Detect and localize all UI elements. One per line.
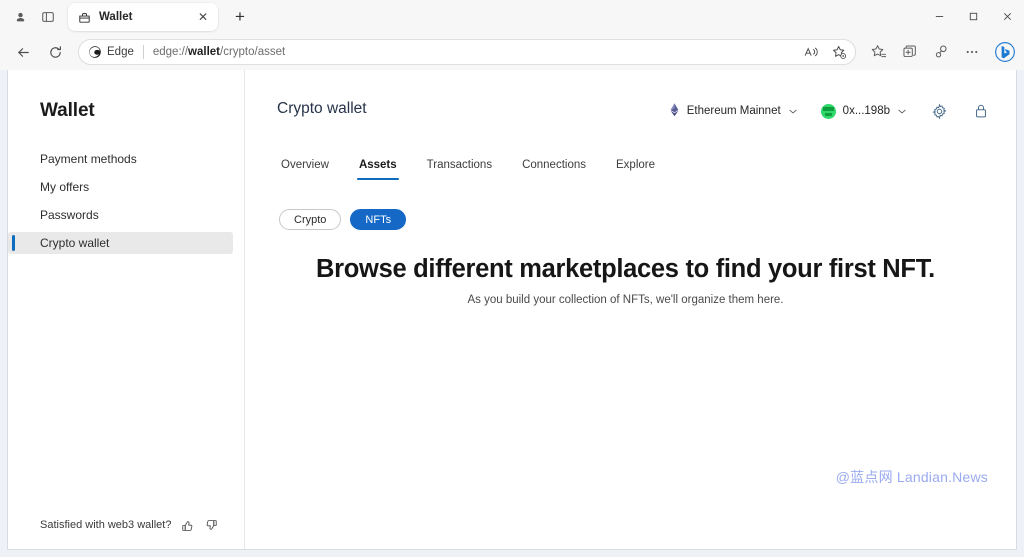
network-selector[interactable]: Ethereum Mainnet — [665, 100, 801, 123]
tab-title: Wallet — [99, 11, 186, 23]
thumbs-down-icon[interactable] — [203, 517, 219, 533]
main-tabs: Overview Assets Transactions Connections… — [277, 156, 994, 180]
page-viewport: Wallet Payment methods My offers Passwor… — [0, 70, 1024, 557]
tab-label: Assets — [359, 159, 397, 171]
collections-icon[interactable] — [895, 38, 925, 66]
sidebar-item-label: Payment methods — [40, 152, 137, 166]
url-host: wallet — [188, 46, 220, 58]
empty-state-heading: Browse different marketplaces to find yo… — [277, 255, 974, 284]
account-blockie-avatar — [821, 104, 836, 119]
feedback-prompt: Satisfied with web3 wallet? — [40, 519, 171, 531]
asset-filter-pills: Crypto NFTs — [277, 209, 994, 230]
chevron-down-icon — [898, 107, 906, 116]
account-label: 0x...198b — [843, 105, 890, 117]
filter-pill-nfts[interactable]: NFTs — [350, 209, 406, 230]
wallet-page: Wallet Payment methods My offers Passwor… — [7, 70, 1017, 550]
browser-essentials-icon[interactable] — [926, 38, 956, 66]
filter-pill-crypto[interactable]: Crypto — [279, 209, 341, 230]
close-button[interactable] — [990, 0, 1024, 32]
profile-avatar-icon[interactable] — [6, 4, 34, 30]
tab-connections[interactable]: Connections — [520, 156, 588, 180]
more-options-icon[interactable] — [957, 38, 987, 66]
thumbs-up-icon[interactable] — [179, 517, 195, 533]
browser-window: Wallet ✕ + — [0, 0, 1024, 557]
url-prefix: edge:// — [153, 46, 188, 58]
tab-actions-icon[interactable] — [34, 4, 62, 30]
wallet-icon — [77, 10, 91, 24]
pill-label: Crypto — [294, 214, 326, 226]
copilot-bing-icon[interactable] — [992, 39, 1018, 65]
window-controls — [922, 0, 1024, 32]
wallet-content: Crypto wallet Ethereum Mainnet — [245, 70, 1016, 549]
tab-explore[interactable]: Explore — [614, 156, 657, 180]
sidebar-spacer — [8, 260, 244, 517]
chevron-down-icon — [789, 107, 797, 116]
tab-strip: Wallet ✕ + — [0, 0, 1024, 34]
omnibox-actions — [798, 41, 852, 63]
read-aloud-icon[interactable] — [798, 41, 824, 63]
sidebar-item-passwords[interactable]: Passwords — [8, 204, 233, 226]
edge-logo-icon: Edge — [88, 45, 134, 59]
tab-transactions[interactable]: Transactions — [425, 156, 494, 180]
sidebar-item-label: My offers — [40, 180, 89, 194]
url-path: /crypto/asset — [220, 46, 285, 58]
page-title: Crypto wallet — [277, 98, 367, 118]
watermark: @蓝点网 Landian.News — [836, 467, 988, 487]
edge-label: Edge — [107, 46, 134, 58]
gear-icon[interactable] — [926, 98, 952, 124]
refresh-icon[interactable] — [40, 38, 70, 66]
content-header: Crypto wallet Ethereum Mainnet — [277, 98, 994, 124]
tab-label: Connections — [522, 159, 586, 171]
header-actions: Ethereum Mainnet 0x...198b — [665, 98, 994, 124]
browser-toolbar: Edge edge://wallet/crypto/asset — [0, 34, 1024, 70]
tab-label: Transactions — [427, 159, 492, 171]
browser-tab[interactable]: Wallet ✕ — [68, 3, 218, 31]
account-selector[interactable]: 0x...198b — [817, 101, 910, 122]
new-tab-button[interactable]: + — [226, 4, 254, 30]
nft-empty-state: Browse different marketplaces to find yo… — [277, 255, 994, 306]
pill-label: NFTs — [365, 214, 391, 226]
network-label: Ethereum Mainnet — [687, 105, 781, 117]
tab-label: Explore — [616, 159, 655, 171]
sidebar-title: Wallet — [8, 100, 244, 122]
sidebar-item-payment-methods[interactable]: Payment methods — [8, 148, 233, 170]
feedback-bar: Satisfied with web3 wallet? — [8, 517, 244, 549]
toolbar-right-actions — [864, 38, 1018, 66]
sidebar-item-label: Crypto wallet — [40, 236, 109, 250]
maximize-button[interactable] — [956, 0, 990, 32]
tab-overview[interactable]: Overview — [279, 156, 331, 180]
sidebar-item-crypto-wallet[interactable]: Crypto wallet — [8, 232, 233, 254]
add-favorite-icon[interactable] — [826, 41, 852, 63]
tab-label: Overview — [281, 159, 329, 171]
tab-assets[interactable]: Assets — [357, 156, 399, 180]
back-arrow-icon[interactable] — [8, 38, 38, 66]
favorites-icon[interactable] — [864, 38, 894, 66]
omnibox-divider — [143, 45, 144, 59]
wallet-sidebar: Wallet Payment methods My offers Passwor… — [8, 70, 245, 549]
lock-icon[interactable] — [968, 98, 994, 124]
address-bar[interactable]: Edge edge://wallet/crypto/asset — [78, 39, 856, 65]
url-text: edge://wallet/crypto/asset — [153, 46, 798, 58]
sidebar-item-my-offers[interactable]: My offers — [8, 176, 233, 198]
sidebar-nav: Payment methods My offers Passwords Cryp… — [8, 148, 244, 260]
ethereum-logo-icon — [669, 103, 680, 120]
minimize-button[interactable] — [922, 0, 956, 32]
close-icon[interactable]: ✕ — [194, 8, 212, 26]
sidebar-item-label: Passwords — [40, 208, 99, 222]
empty-state-subtext: As you build your collection of NFTs, we… — [277, 294, 974, 306]
